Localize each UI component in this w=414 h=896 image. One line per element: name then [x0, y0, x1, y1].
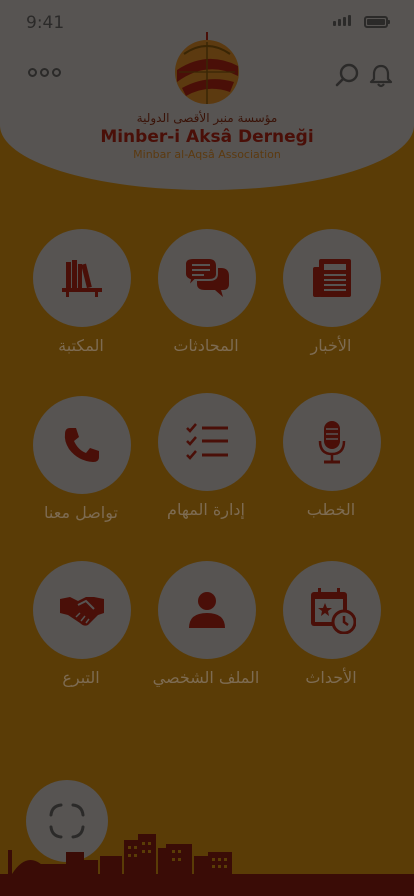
- organization-name-turkish: Minber-i Aksâ Derneği: [100, 127, 314, 147]
- events-label: الأحداث: [305, 668, 357, 687]
- dot-icon: [28, 67, 37, 77]
- calendar-clock-icon: [311, 588, 356, 634]
- microphone-icon: [318, 421, 346, 464]
- city-skyline-illustration: [0, 834, 414, 896]
- app-header: 9:41 مؤسسة منبر الأقصى الدولية Minber-i …: [0, 0, 414, 190]
- organization-name-english: Minbar al-Aqsâ Association: [133, 148, 281, 161]
- user-icon: [189, 592, 225, 628]
- dot-icon: [40, 67, 49, 77]
- search-button[interactable]: [334, 62, 360, 88]
- more-options-button[interactable]: [28, 64, 62, 80]
- events-tile[interactable]: الأحداث: [266, 561, 396, 701]
- checklist-icon: [186, 423, 228, 460]
- news-label: الأخبار: [310, 336, 352, 355]
- donate-tile[interactable]: التبرع: [16, 561, 146, 701]
- sermons-label: الخطب: [306, 500, 356, 519]
- books-icon: [62, 260, 102, 297]
- newspaper-icon: [313, 259, 351, 297]
- profile-tile[interactable]: الملف الشخصي: [141, 561, 271, 701]
- library-tile[interactable]: المكتبة: [16, 229, 146, 369]
- handshake-icon: [60, 597, 104, 626]
- status-time: 9:41: [26, 13, 65, 33]
- sermons-tile[interactable]: الخطب: [266, 393, 396, 533]
- contact-tile[interactable]: تواصل معنا: [16, 396, 146, 536]
- chat-bubbles-icon: [184, 257, 229, 297]
- signal-icon: [333, 15, 351, 26]
- news-tile[interactable]: الأخبار: [266, 229, 396, 369]
- battery-icon: [364, 16, 390, 28]
- phone-icon: [64, 428, 99, 462]
- organization-logo: [175, 32, 239, 104]
- organization-name-arabic: مؤسسة منبر الأقصى الدولية: [136, 111, 278, 125]
- dot-icon: [52, 67, 61, 77]
- notifications-button[interactable]: [369, 63, 393, 89]
- tasks-tile[interactable]: إدارة المهام: [141, 393, 271, 533]
- chats-tile[interactable]: المحادثات: [141, 229, 271, 369]
